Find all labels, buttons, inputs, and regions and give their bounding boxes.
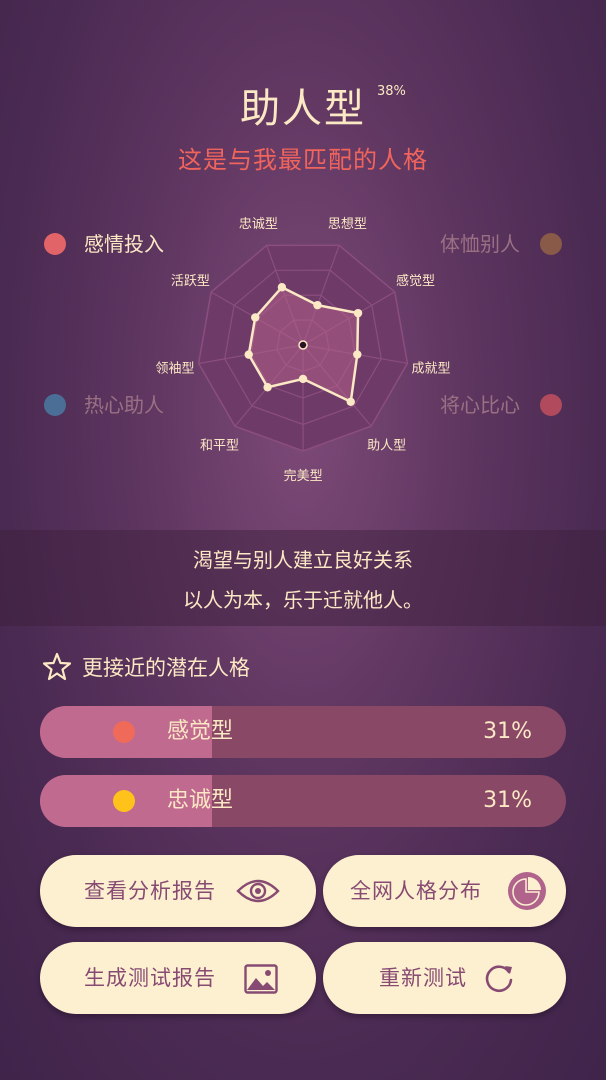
refresh-icon	[485, 965, 513, 993]
radar-axis-label: 成就型	[412, 361, 451, 376]
radar-data-point	[346, 397, 355, 406]
radar-axis-label: 助人型	[367, 439, 406, 454]
potential-bar-2: 忠诚型 31%	[40, 775, 566, 827]
description-line-1: 渴望与别人建立良好关系	[193, 548, 413, 572]
radar-data-point	[277, 283, 287, 292]
radar-data-point	[298, 374, 308, 384]
radar-axis-label: 感觉型	[396, 273, 435, 289]
eye-icon	[236, 879, 280, 903]
view-report-button[interactable]: 查看分析报告	[40, 855, 316, 927]
page-subtitle: 这是与我最匹配的人格	[178, 146, 428, 174]
potential-dot	[113, 721, 135, 743]
potential-dot	[113, 790, 135, 812]
potential-percent: 31%	[483, 719, 532, 744]
radar-data-point	[244, 350, 253, 359]
personality-title: 助人型	[240, 86, 366, 132]
title-percent: 38%	[377, 84, 406, 99]
potential-percent: 31%	[483, 788, 532, 813]
potential-bar-1: 感觉型 31%	[40, 706, 566, 758]
radar-axis-label: 忠诚型	[239, 217, 278, 232]
radar-data-point	[353, 308, 363, 318]
potential-label: 忠诚型	[167, 788, 234, 813]
description-line-2: 以人为本，乐于迁就他人。	[183, 588, 423, 612]
distribution-button[interactable]: 全网人格分布	[323, 855, 566, 927]
radar-data-point	[251, 313, 260, 322]
view-report-label: 查看分析报告	[84, 879, 216, 903]
retest-label: 重新测试	[379, 966, 467, 990]
radar-data-point	[263, 383, 272, 392]
pie-chart-icon	[508, 872, 546, 910]
image-icon	[244, 964, 278, 994]
star-icon	[42, 652, 72, 681]
potential-section-title: 更接近的潜在人格	[82, 656, 250, 680]
distribution-label: 全网人格分布	[350, 879, 482, 903]
radar-center	[298, 340, 308, 350]
radar-data-point	[313, 300, 322, 310]
radar-chart: 忠诚型 思想型感觉型成就型助人型完美型 和平型 领袖型 活跃型	[155, 216, 451, 484]
radar-data-point	[353, 350, 362, 359]
generate-report-label: 生成测试报告	[84, 966, 216, 990]
retest-button[interactable]: 重新测试	[323, 942, 566, 1014]
radar-axis-label: 和平型	[200, 439, 239, 454]
potential-label: 感觉型	[167, 719, 234, 744]
radar-axis-label: 思想型	[328, 216, 367, 232]
radar-axis-label: 完美型	[284, 469, 323, 484]
generate-report-button[interactable]: 生成测试报告	[40, 942, 316, 1014]
radar-axis-label: 领袖型	[155, 362, 194, 377]
radar-axis-label: 活跃型	[171, 274, 210, 289]
description-band: 渴望与别人建立良好关系 以人为本，乐于迁就他人。	[0, 530, 606, 626]
